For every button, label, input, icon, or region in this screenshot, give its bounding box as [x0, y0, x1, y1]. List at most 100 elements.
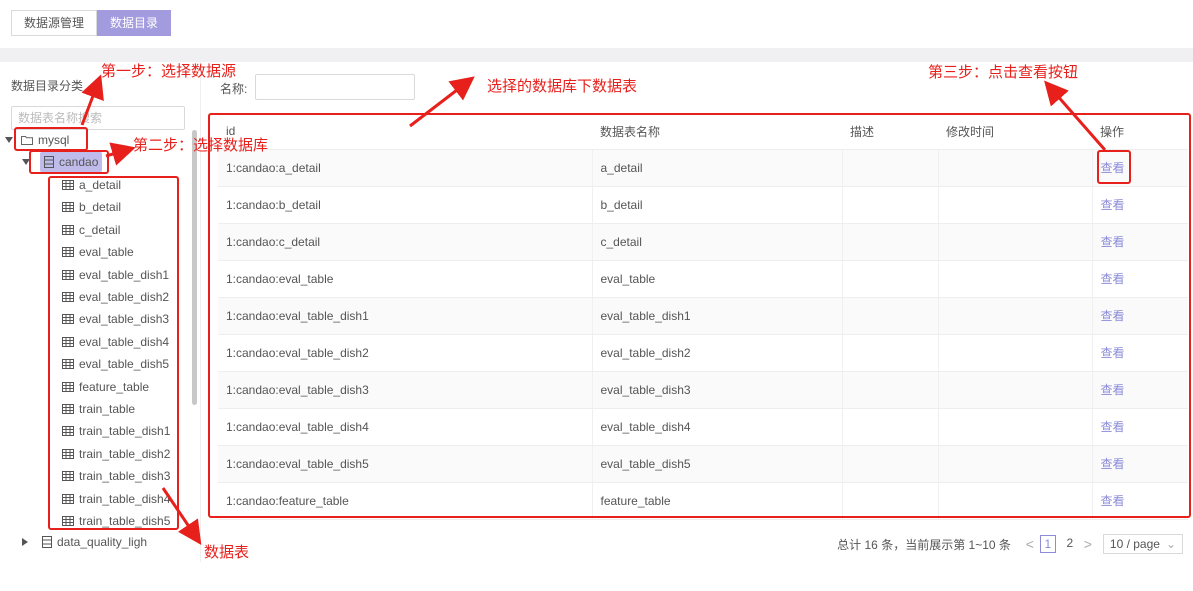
cell-actions: 查看: [1092, 445, 1188, 483]
table-grid-icon: [62, 247, 74, 258]
table-node-label: train_table_dish2: [79, 446, 171, 461]
database-icon: [44, 156, 54, 168]
cell-table-name: a_detail: [592, 149, 843, 187]
table-node-label: eval_table_dish5: [79, 357, 170, 372]
sidebar-scrollbar[interactable]: [192, 130, 197, 405]
table-grid-icon: [62, 493, 74, 504]
tree-node-table[interactable]: eval_table_dish1: [62, 265, 169, 285]
cell-modified-time: [938, 223, 1093, 261]
tree-node-table[interactable]: eval_table: [62, 242, 134, 262]
selected-database[interactable]: candao: [40, 152, 103, 172]
table-node-label: train_table_dish1: [79, 424, 171, 439]
cell-modified-time: [938, 186, 1093, 224]
tree-node-table[interactable]: b_detail: [62, 197, 121, 217]
sidebar-title: 数据目录分类: [11, 79, 84, 93]
name-filter-input[interactable]: [255, 74, 415, 100]
tree-node-table[interactable]: feature_table: [62, 377, 149, 397]
tree-node-table[interactable]: train_table_dish5: [62, 511, 170, 531]
tree-node-table[interactable]: train_table_dish1: [62, 421, 170, 441]
table-node-label: train_table_dish4: [79, 491, 171, 506]
cell-modified-time: [938, 408, 1093, 446]
cell-description: [842, 186, 939, 224]
page-1-button[interactable]: 1: [1039, 535, 1056, 553]
collapse-caret-icon[interactable]: [22, 159, 30, 165]
tree-node-table[interactable]: a_detail: [62, 175, 121, 195]
tree-node-table[interactable]: train_table_dish3: [62, 466, 170, 486]
table-node-label: eval_table_dish4: [79, 334, 170, 349]
table-grid-icon: [62, 224, 74, 235]
cell-id: 1:candao:feature_table: [218, 482, 593, 520]
view-button[interactable]: 查看: [1101, 420, 1125, 434]
view-button[interactable]: 查看: [1101, 346, 1125, 360]
cell-actions: 查看: [1092, 334, 1188, 372]
table-search-input[interactable]: [11, 106, 185, 130]
table-grid-icon: [62, 336, 74, 347]
tree-node-database[interactable]: candao: [22, 152, 103, 172]
annotation-step3: 第三步：点击查看按钮: [928, 64, 1079, 81]
database-icon: [42, 536, 52, 548]
annotation-datatable-label: 数据表: [204, 544, 250, 561]
prev-page-button[interactable]: <: [1023, 536, 1037, 552]
data-table: id 数据表名称 描述 修改时间 操作 1:candao:a_detail a_d…: [218, 114, 1188, 520]
table-grid-icon: [62, 180, 74, 190]
table-node-label: train_table_dish3: [79, 469, 171, 484]
view-button[interactable]: 查看: [1101, 457, 1125, 471]
tree-node-table[interactable]: eval_table_dish3: [62, 309, 169, 329]
tree-node-datasource[interactable]: mysql: [5, 130, 69, 150]
table-node-label: eval_table_dish1: [79, 267, 170, 282]
view-button[interactable]: 查看: [1101, 272, 1125, 286]
table-row: 1:candao:eval_table eval_table 查看: [218, 260, 1188, 298]
cell-actions: 查看: [1092, 297, 1188, 335]
tree-node-table[interactable]: train_table_dish2: [62, 444, 170, 464]
table-node-label: eval_table: [79, 245, 134, 260]
table-grid-icon: [62, 359, 74, 370]
page-size-value: 10 / page: [1109, 537, 1160, 551]
table-grid-icon: [62, 314, 74, 325]
view-button[interactable]: 查看: [1101, 235, 1125, 249]
cell-description: [842, 445, 939, 483]
annotation-step2: 第二步：选择数据库: [133, 137, 269, 154]
tree-node-table[interactable]: eval_table_dish2: [62, 287, 169, 307]
cell-modified-time: [938, 297, 1093, 335]
table-node-label: train_table_dish5: [79, 514, 171, 528]
table-grid-icon: [62, 269, 74, 280]
cell-description: [842, 297, 939, 335]
tree-node-table[interactable]: eval_table_dish5: [62, 354, 169, 374]
view-button[interactable]: 查看: [1101, 494, 1125, 508]
chevron-down-icon: ⌄: [1165, 537, 1176, 551]
cell-table-name: eval_table: [592, 260, 843, 298]
cell-id: 1:candao:eval_table_dish2: [218, 334, 593, 372]
cell-table-name: eval_table_dish2: [592, 334, 843, 372]
pagination: 总计 16 条，当前展示第 1~10 条 < 1 2 > 10 / page ⌄: [837, 534, 1183, 554]
collapse-caret-icon[interactable]: [5, 137, 13, 143]
view-button[interactable]: 查看: [1101, 161, 1125, 175]
table-grid-icon: [62, 471, 74, 482]
table-body: 1:candao:a_detail a_detail 查看 1:candao:b_de…: [218, 149, 1188, 520]
page-size-select[interactable]: 10 / page ⌄: [1102, 534, 1183, 554]
next-page-button[interactable]: >: [1081, 536, 1095, 552]
page-2-button[interactable]: 2: [1062, 535, 1078, 553]
cell-description: [842, 371, 939, 409]
tree-node-other-database[interactable]: data_quality_ligh: [22, 532, 147, 552]
col-header-table-name: 数据表名称: [592, 114, 842, 150]
cell-actions: 查看: [1092, 149, 1188, 187]
tab-datasource-management[interactable]: 数据源管理: [11, 10, 98, 36]
expand-caret-icon[interactable]: [22, 538, 28, 546]
cell-actions: 查看: [1092, 371, 1188, 409]
view-button[interactable]: 查看: [1101, 309, 1125, 323]
annotation-step1: 第一步：选择数据源: [101, 63, 237, 80]
table-grid-icon: [62, 292, 74, 302]
table-node-label: b_detail: [79, 200, 122, 215]
cell-actions: 查看: [1092, 223, 1188, 261]
cell-id: 1:candao:eval_table_dish3: [218, 371, 593, 409]
cell-id: 1:candao:eval_table_dish1: [218, 297, 593, 335]
tree-node-table[interactable]: eval_table_dish4: [62, 332, 169, 352]
tree-node-table[interactable]: train_table: [62, 399, 135, 419]
table-grid-icon: [62, 426, 74, 437]
view-button[interactable]: 查看: [1101, 383, 1125, 397]
tab-data-catalog[interactable]: 数据目录: [97, 10, 172, 36]
view-button[interactable]: 查看: [1101, 198, 1125, 212]
tree-node-table[interactable]: c_detail: [62, 220, 120, 240]
tree-node-table[interactable]: train_table_dish4: [62, 489, 170, 509]
cell-id: 1:candao:c_detail: [218, 223, 593, 261]
